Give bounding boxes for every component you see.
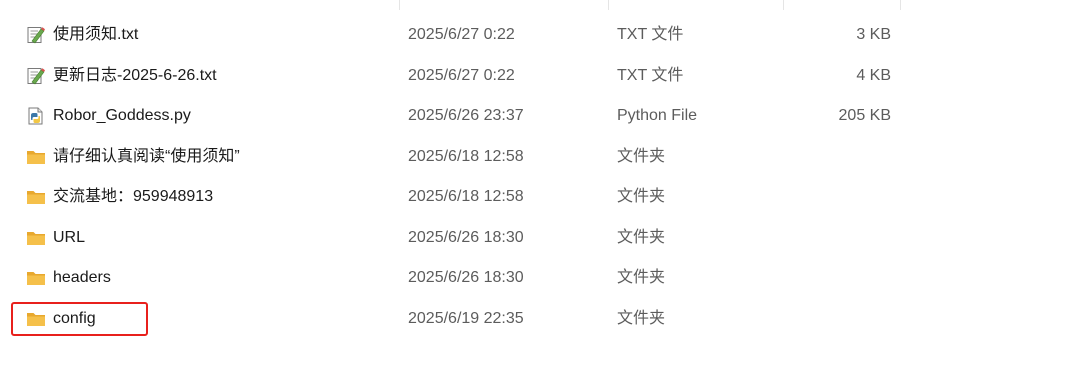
name-cell: 更新日志-2025-6-26.txt [26, 56, 396, 97]
column-divider-date[interactable] [399, 0, 400, 10]
folder-name: 请仔细认真阅读“使用须知” [53, 147, 240, 165]
folder-name: URL [53, 228, 86, 246]
file-size [780, 218, 891, 259]
folder-row-community[interactable]: 交流基地：959948913 2025/6/18 12:58 文件夹 [0, 177, 1080, 218]
folder-row-url[interactable]: URL 2025/6/26 18:30 文件夹 [0, 218, 1080, 259]
date-modified: 2025/6/26 18:30 [408, 228, 524, 246]
highlight-annotation-box [11, 302, 148, 336]
file-type: 文件夹 [617, 309, 666, 327]
file-name: 使用须知.txt [53, 26, 139, 43]
folder-row-read-notes[interactable]: 请仔细认真阅读“使用须知” 2025/6/18 12:58 文件夹 [0, 137, 1080, 178]
date-modified: 2025/6/18 12:58 [408, 188, 524, 205]
file-size [780, 137, 891, 178]
name-cell: 交流基地：959948913 [26, 177, 396, 218]
file-size: 3 KB [856, 26, 891, 43]
name-cell: URL [26, 218, 396, 259]
file-type: 文件夹 [617, 147, 666, 165]
file-size: 4 KB [856, 66, 891, 84]
file-list: 使用须知.txt 2025/6/27 0:22 TXT 文件 3 KB 更新日志… [0, 15, 1080, 339]
file-type: 文件夹 [617, 188, 666, 205]
file-type: TXT 文件 [617, 26, 684, 43]
folder-icon [27, 272, 45, 285]
name-cell: 使用须知.txt [26, 15, 396, 56]
file-row-python-script[interactable]: Robor_Goddess.py 2025/6/26 23:37 Python … [0, 96, 1080, 137]
date-modified: 2025/6/26 18:30 [408, 269, 524, 286]
date-modified: 2025/6/26 23:37 [408, 107, 524, 124]
folder-name: headers [53, 269, 111, 286]
column-divider-type[interactable] [608, 0, 609, 10]
python-file-icon [28, 107, 43, 125]
name-cell: headers [26, 258, 396, 299]
column-divider-end[interactable] [900, 0, 901, 10]
column-divider-size[interactable] [783, 0, 784, 10]
folder-row-config[interactable]: config 2025/6/19 22:35 文件夹 [0, 299, 1080, 340]
name-cell: 请仔细认真阅读“使用须知” [26, 137, 396, 178]
file-size: 205 KB [838, 107, 891, 124]
folder-icon [27, 231, 45, 245]
text-file-icon [27, 67, 45, 84]
file-size [780, 258, 891, 299]
file-type: 文件夹 [617, 269, 666, 286]
folder-row-headers[interactable]: headers 2025/6/26 18:30 文件夹 [0, 258, 1080, 299]
file-size [780, 299, 891, 340]
date-modified: 2025/6/18 12:58 [408, 147, 524, 165]
file-row-changelog[interactable]: 更新日志-2025-6-26.txt 2025/6/27 0:22 TXT 文件… [0, 56, 1080, 97]
file-type: Python File [617, 107, 698, 124]
file-name: 更新日志-2025-6-26.txt [53, 66, 217, 84]
date-modified: 2025/6/27 0:22 [408, 66, 515, 84]
folder-icon [27, 150, 45, 164]
folder-icon [27, 191, 45, 204]
name-cell: Robor_Goddess.py [26, 96, 396, 137]
file-size [780, 177, 891, 218]
text-file-icon [27, 27, 45, 44]
file-type: 文件夹 [617, 228, 666, 246]
date-modified: 2025/6/19 22:35 [408, 309, 524, 327]
file-name: Robor_Goddess.py [53, 107, 191, 124]
file-row-usage-notes[interactable]: 使用须知.txt 2025/6/27 0:22 TXT 文件 3 KB [0, 15, 1080, 56]
date-modified: 2025/6/27 0:22 [408, 26, 515, 43]
file-type: TXT 文件 [617, 66, 684, 84]
folder-name: 交流基地：959948913 [53, 188, 214, 205]
